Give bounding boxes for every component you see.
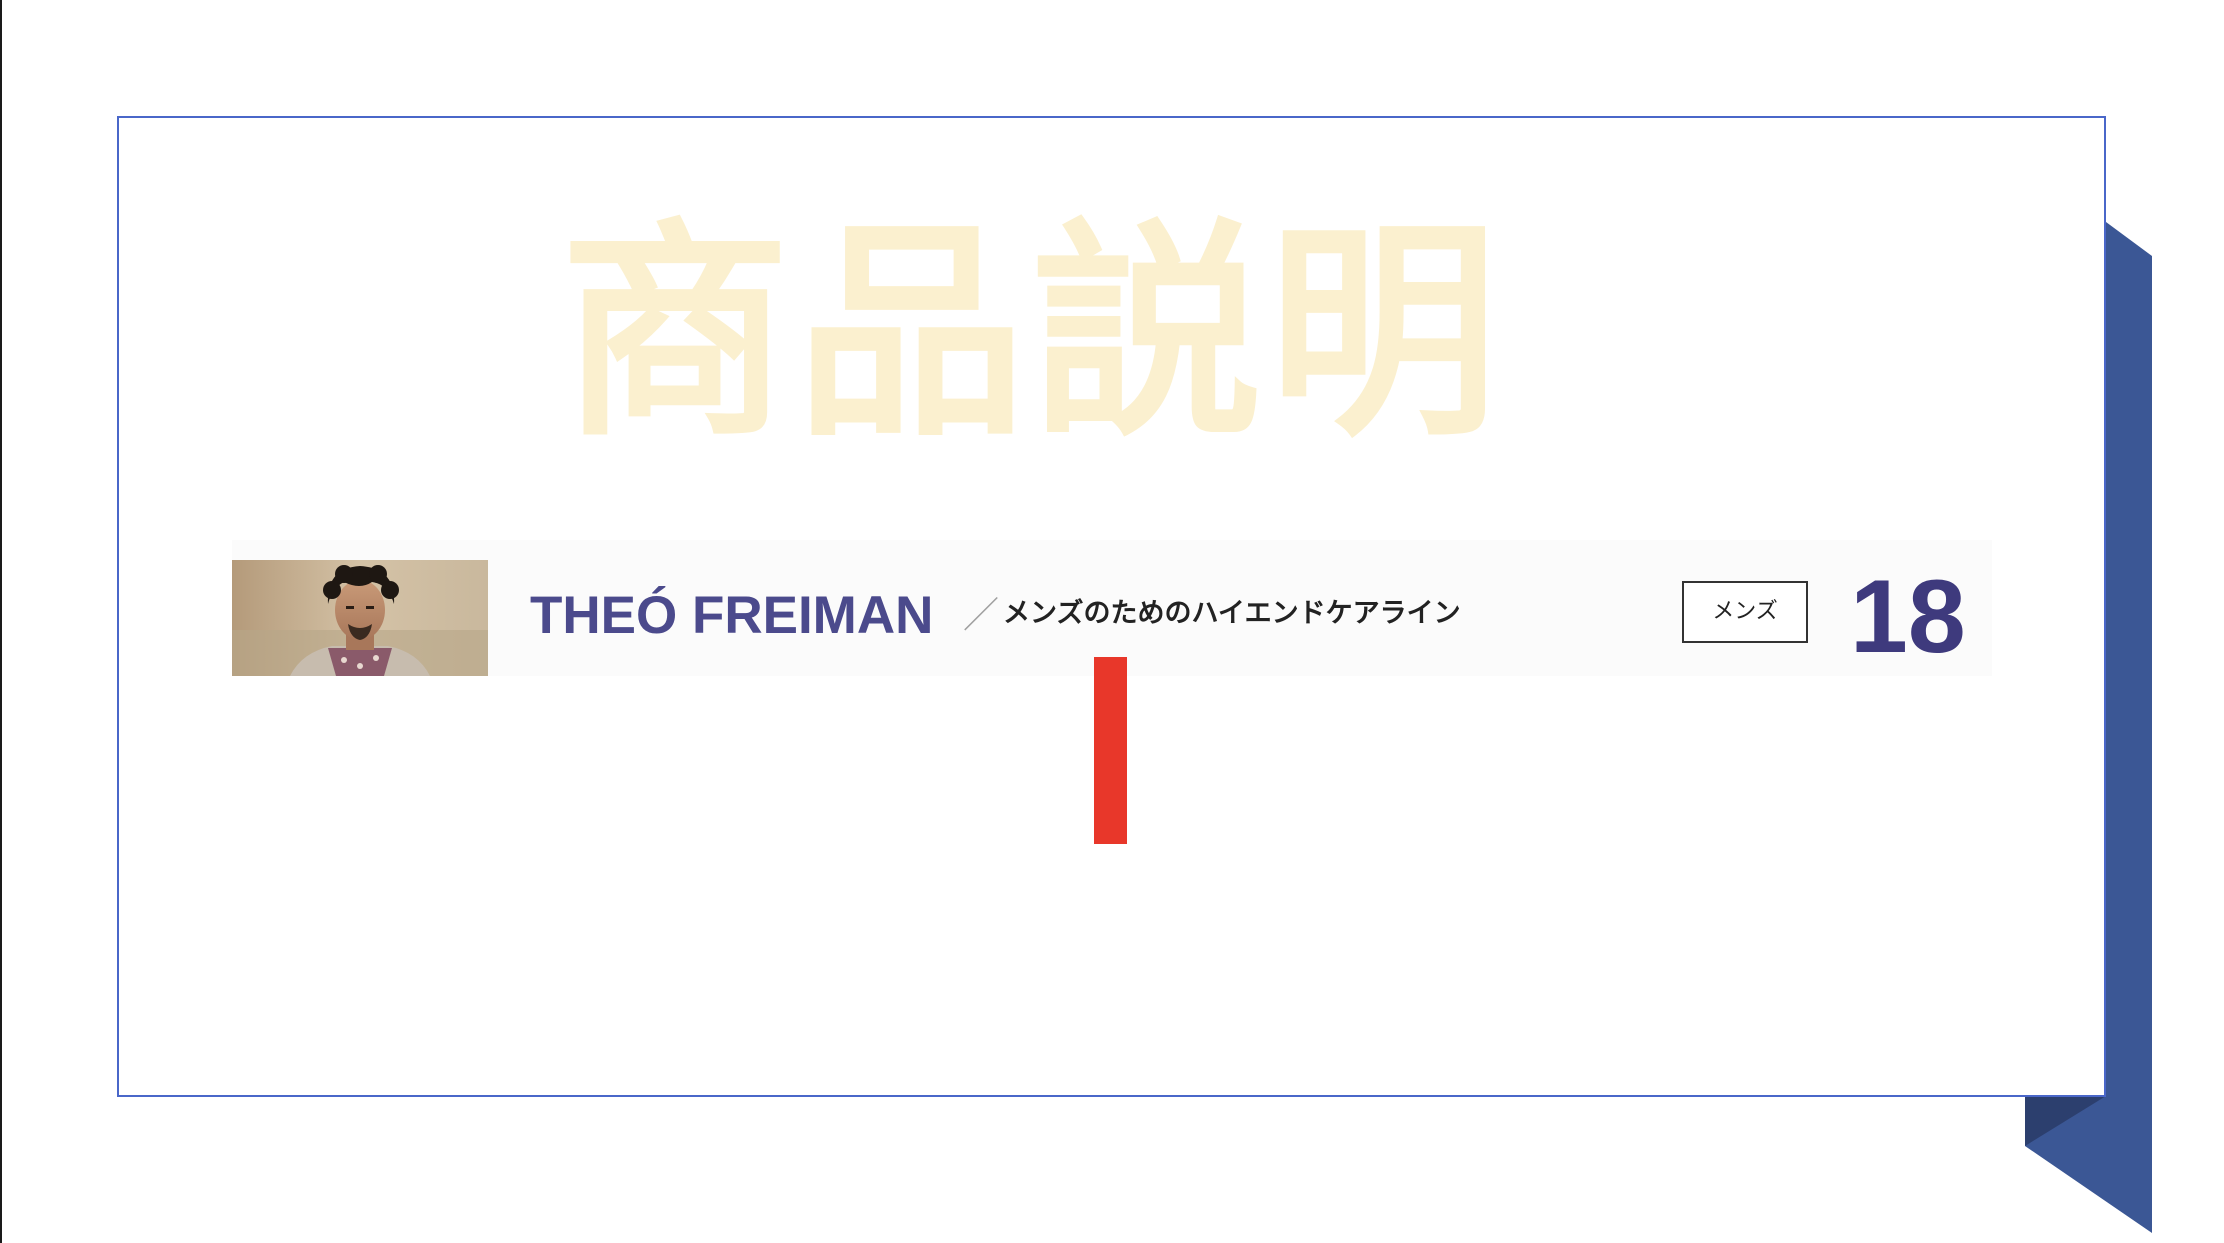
page-number: 18 xyxy=(1850,559,1966,675)
slide-canvas: 商品説明 THEÓ FREIMAN ／ メンズのためのハイエンドケアライン メン… xyxy=(0,0,2224,1243)
product-tagline: メンズのためのハイエンドケアライン xyxy=(1003,598,1461,629)
category-badge: メンズ xyxy=(1682,581,1808,643)
man-portrait-icon xyxy=(232,560,488,676)
brand-name: THEÓ FREIMAN xyxy=(530,586,934,645)
text-cursor-marker xyxy=(1094,657,1127,844)
title-separator: ／ xyxy=(963,595,1000,636)
product-photo xyxy=(232,560,488,676)
watermark-title: 商品説明 xyxy=(559,201,1504,468)
